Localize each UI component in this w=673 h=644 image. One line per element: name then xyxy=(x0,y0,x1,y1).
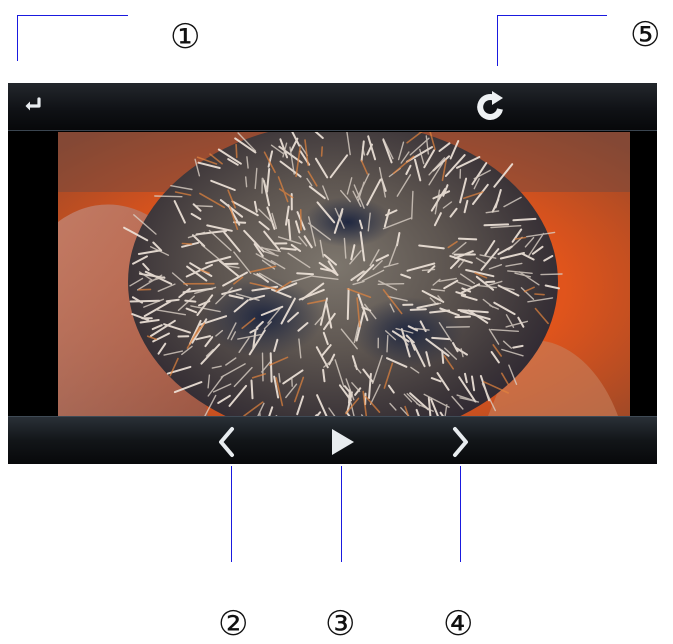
callout-5: ⑤ xyxy=(630,18,660,52)
back-button[interactable] xyxy=(16,93,50,119)
callout-1-line-h xyxy=(17,15,128,16)
chevron-right-icon xyxy=(449,426,471,458)
bottom-toolbar xyxy=(8,416,657,464)
play-icon xyxy=(328,427,356,457)
top-toolbar xyxy=(8,83,657,131)
callout-1-line-v xyxy=(17,15,18,61)
callout-1: ① xyxy=(170,20,200,54)
sea-urchin-photo xyxy=(58,132,630,416)
callout-5-line-v xyxy=(497,15,498,66)
image-viewer-screen xyxy=(8,83,657,464)
play-button[interactable] xyxy=(322,423,362,461)
callout-4: ④ xyxy=(443,607,473,641)
rotate-button[interactable] xyxy=(468,87,514,127)
callout-4-line xyxy=(460,466,461,562)
chevron-left-icon xyxy=(216,426,238,458)
callout-3-line xyxy=(341,466,342,562)
callout-3: ③ xyxy=(325,607,355,641)
callout-5-line-h xyxy=(497,15,607,16)
callout-2-line xyxy=(231,466,232,562)
callout-2: ② xyxy=(218,607,248,641)
next-button[interactable] xyxy=(440,423,480,461)
previous-button[interactable] xyxy=(207,423,247,461)
return-arrow-icon xyxy=(22,97,44,115)
rotate-clockwise-icon xyxy=(473,89,509,125)
